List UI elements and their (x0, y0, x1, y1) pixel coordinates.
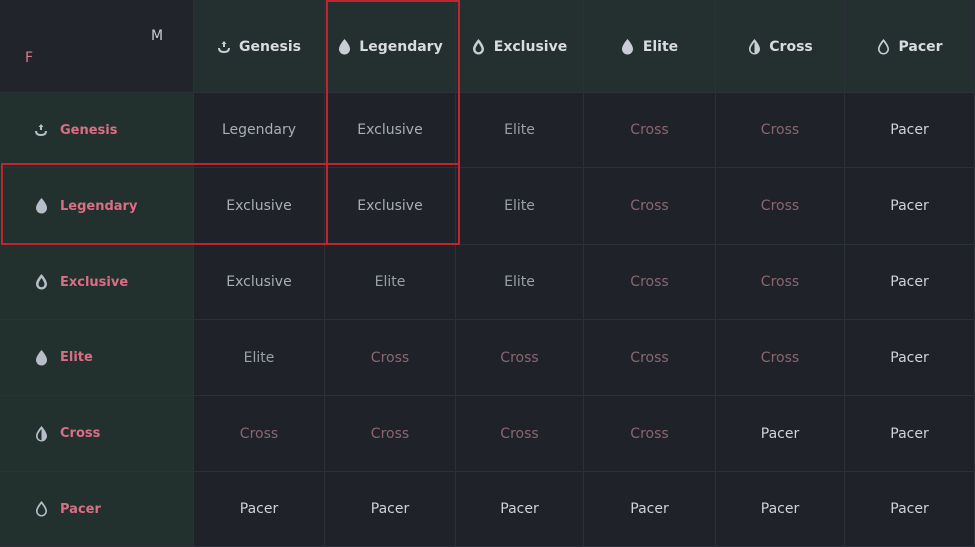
matrix-cell: Elite (456, 168, 584, 245)
row-header-genesis: Genesis (0, 93, 194, 168)
matrix-cell: Elite (456, 93, 584, 168)
row-header-label: Elite (60, 350, 93, 365)
matrix-cell: Exclusive (194, 245, 325, 320)
genesis-icon (217, 39, 231, 55)
matrix-cell: Cross (584, 93, 716, 168)
matrix-cell: Cross (456, 396, 584, 472)
row-header-legendary: Legendary (0, 168, 194, 245)
matrix-cell: Cross (584, 168, 716, 245)
row-header-label: Cross (60, 426, 101, 441)
column-header-label: Exclusive (493, 39, 568, 55)
matrix-cell: Exclusive (325, 93, 456, 168)
matrix-cell: Pacer (584, 472, 716, 547)
corner-cell: M F (0, 0, 194, 93)
drop-pacer-icon (876, 39, 890, 55)
matrix-cell: Pacer (845, 320, 975, 396)
matrix-cell: Exclusive (194, 168, 325, 245)
drop-elite-icon (621, 39, 635, 55)
matrix-cell: Cross (584, 320, 716, 396)
row-header-exclusive: Exclusive (0, 245, 194, 320)
matrix-cell: Cross (716, 168, 845, 245)
corner-label-m: M (151, 28, 164, 44)
breeding-matrix: M F Genesis Legendary Exclusive Elite Cross P… (0, 0, 975, 547)
matrix-cell: Elite (194, 320, 325, 396)
drop-exclusive-icon (34, 274, 48, 290)
matrix-cell: Cross (716, 93, 845, 168)
row-header-label: Genesis (60, 122, 118, 138)
matrix-cell: Cross (325, 396, 456, 472)
matrix-cell: Cross (194, 396, 325, 472)
matrix-cell: Legendary (194, 93, 325, 168)
matrix-cell: Pacer (845, 472, 975, 547)
row-header-elite: Elite (0, 320, 194, 396)
matrix-cell: Cross (716, 245, 845, 320)
column-header-label: Cross (769, 39, 813, 55)
corner-label-f: F (25, 50, 34, 66)
matrix-cell: Cross (716, 320, 845, 396)
column-header-exclusive: Exclusive (456, 0, 584, 93)
matrix-cell: Pacer (456, 472, 584, 547)
drop-pacer-icon (34, 501, 48, 517)
column-header-cross: Cross (716, 0, 845, 93)
drop-exclusive-icon (472, 39, 486, 55)
row-header-pacer: Pacer (0, 472, 194, 547)
drop-legendary-icon (34, 198, 48, 214)
matrix-cell: Pacer (325, 472, 456, 547)
matrix-cell: Cross (456, 320, 584, 396)
column-header-label: Elite (642, 39, 679, 55)
row-header-cross: Cross (0, 396, 194, 472)
drop-elite-icon (34, 349, 48, 366)
drop-cross-icon (34, 425, 48, 442)
drop-legendary-icon (337, 39, 351, 55)
matrix-cell: Pacer (845, 245, 975, 320)
column-header-elite: Elite (584, 0, 716, 93)
matrix-cell: Elite (325, 245, 456, 320)
column-header-pacer: Pacer (845, 0, 975, 93)
matrix-cell: Pacer (194, 472, 325, 547)
matrix-cell: Elite (456, 245, 584, 320)
matrix-cell: Pacer (716, 472, 845, 547)
column-header-label: Legendary (359, 39, 443, 55)
column-header-label: Pacer (898, 39, 943, 55)
column-header-label: Genesis (239, 39, 301, 55)
matrix-cell: Exclusive (325, 168, 456, 245)
matrix-cell: Cross (325, 320, 456, 396)
column-header-genesis: Genesis (194, 0, 325, 93)
matrix-cell: Pacer (845, 93, 975, 168)
matrix-cell: Pacer (716, 396, 845, 472)
matrix-cell: Pacer (845, 168, 975, 245)
matrix-cell: Cross (584, 245, 716, 320)
drop-cross-icon (747, 39, 761, 55)
genesis-icon (34, 122, 48, 138)
row-header-label: Exclusive (60, 274, 129, 290)
matrix-cell: Pacer (845, 396, 975, 472)
column-header-legendary: Legendary (325, 0, 456, 93)
row-header-label: Pacer (60, 501, 101, 517)
row-header-label: Legendary (60, 198, 138, 214)
matrix-cell: Cross (584, 396, 716, 472)
